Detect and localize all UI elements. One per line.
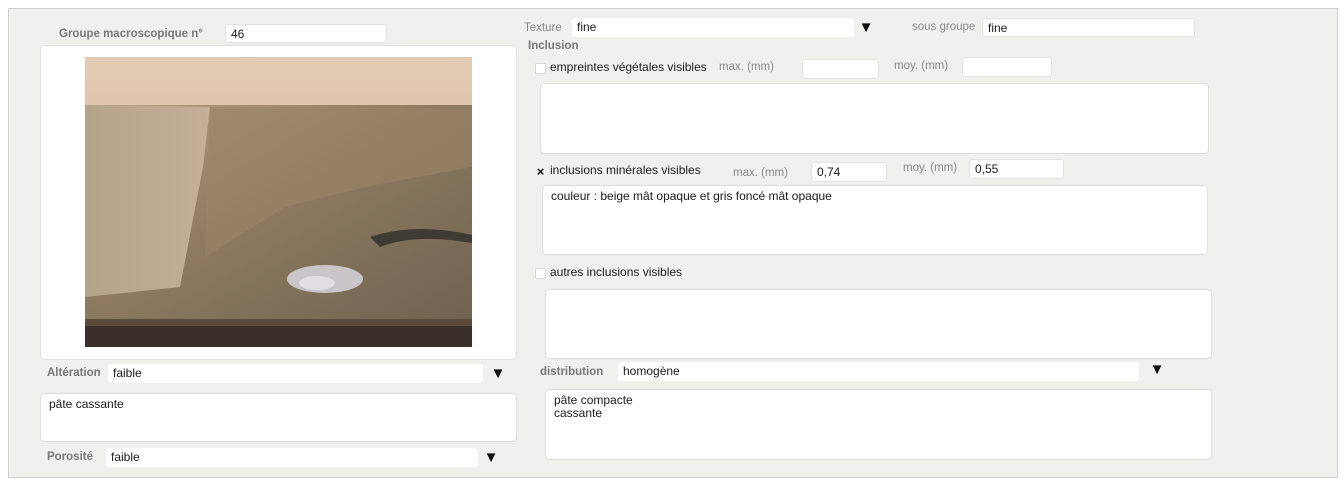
autres-notes[interactable] <box>545 289 1212 359</box>
autres-checkbox[interactable] <box>535 268 546 279</box>
minerales-notes[interactable]: couleur : beige mât opaque et gris foncé… <box>542 185 1208 255</box>
minerales-checkbox[interactable]: × <box>535 165 546 178</box>
distribution-select[interactable]: homogène <box>618 362 1139 381</box>
autres-label: autres inclusions visibles <box>550 265 683 279</box>
minerales-label: inclusions minérales visibles <box>550 163 701 177</box>
alteration-dropdown-arrow-icon[interactable]: ▼ <box>487 366 509 382</box>
alteration-notes[interactable]: pâte cassante <box>40 393 517 442</box>
ceramic-sample-photo <box>85 57 472 347</box>
vegetales-checkbox[interactable] <box>535 63 546 74</box>
groupe-number-field[interactable]: 46 <box>225 24 387 43</box>
sous-groupe-field[interactable]: fine <box>982 18 1195 37</box>
minerales-moy-label: moy. (mm) <box>903 162 958 174</box>
groupe-label: Groupe macroscopique n° <box>59 28 203 40</box>
texture-dropdown-arrow-icon[interactable]: ▼ <box>855 20 877 36</box>
vegetales-notes[interactable] <box>540 83 1209 154</box>
porosite-dropdown-arrow-icon[interactable]: ▼ <box>480 450 502 466</box>
distribution-notes[interactable]: pâte compacte cassante <box>545 389 1212 460</box>
texture-select[interactable]: fine <box>572 18 854 37</box>
minerales-max-field[interactable]: 0,74 <box>811 162 887 182</box>
form-panel: Groupe macroscopique n° 46 Altération fa… <box>8 8 1338 478</box>
minerales-moy-field[interactable]: 0,55 <box>969 159 1064 179</box>
vegetales-moy-field[interactable] <box>962 57 1052 77</box>
porosite-label: Porosité <box>47 451 94 463</box>
vegetales-label: empreintes végétales visibles <box>550 60 707 74</box>
alteration-select[interactable]: faible <box>108 364 483 383</box>
texture-label: Texture <box>524 22 562 34</box>
vegetales-max-label: max. (mm) <box>719 61 774 73</box>
minerales-max-label: max. (mm) <box>733 167 788 179</box>
vegetales-moy-label: moy. (mm) <box>894 60 949 72</box>
vegetales-max-field[interactable] <box>802 59 879 79</box>
alteration-label: Altération <box>47 367 101 379</box>
inclusion-title: Inclusion <box>528 40 579 52</box>
sous-groupe-label: sous groupe <box>912 21 976 33</box>
porosite-select[interactable]: faible <box>106 448 478 467</box>
distribution-label: distribution <box>540 366 604 378</box>
distribution-dropdown-arrow-icon[interactable]: ▼ <box>1146 362 1168 378</box>
